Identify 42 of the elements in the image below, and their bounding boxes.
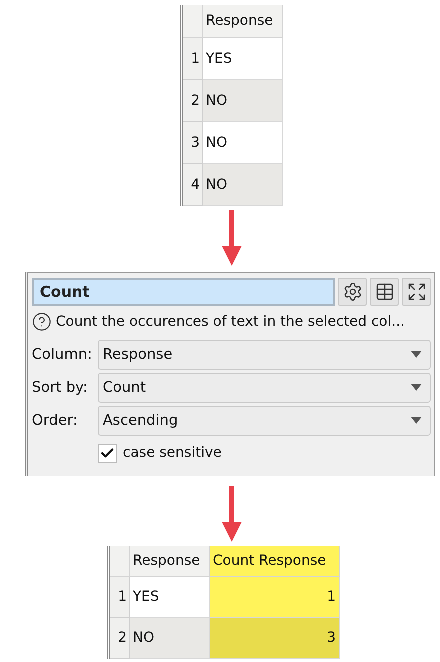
check-icon xyxy=(100,446,115,460)
table-button[interactable] xyxy=(370,278,399,306)
expand-button[interactable] xyxy=(402,278,431,306)
table-cell: 1 xyxy=(210,577,340,618)
expand-icon xyxy=(406,282,426,302)
title-field[interactable]: Count xyxy=(32,278,335,306)
row-number: 2 xyxy=(110,618,130,659)
table-cell: NO xyxy=(203,122,283,164)
settings-button[interactable] xyxy=(338,278,367,306)
column-header: Response xyxy=(203,5,283,38)
row-number: 1 xyxy=(183,38,203,80)
caret-icon xyxy=(411,417,422,424)
column-header: Count Response xyxy=(210,546,340,577)
field-label: Column: xyxy=(32,346,94,362)
caret-icon xyxy=(411,384,422,391)
corner-cell xyxy=(110,546,130,577)
dropdown[interactable]: Ascending xyxy=(98,406,431,436)
table-icon xyxy=(374,282,394,302)
table-cell: NO xyxy=(203,80,283,122)
checkbox[interactable] xyxy=(98,444,117,462)
field-label: Sort by: xyxy=(32,380,89,396)
row-number: 4 xyxy=(183,164,203,206)
down-arrow-icon xyxy=(222,486,242,542)
row-number: 1 xyxy=(110,577,130,618)
dropdown[interactable]: Response xyxy=(98,340,431,370)
checkbox-label: case sensitive xyxy=(123,445,222,461)
down-arrow-icon xyxy=(222,210,242,266)
table-cell: NO xyxy=(203,164,283,206)
field-label: Order: xyxy=(32,412,79,428)
table-cell: YES xyxy=(130,577,210,618)
gear-icon xyxy=(342,282,362,302)
table-cell: YES xyxy=(203,38,283,80)
column-header: Response xyxy=(130,546,210,577)
table-cell: NO xyxy=(130,618,210,659)
table-cell: 3 xyxy=(210,618,340,659)
row-number: 2 xyxy=(183,80,203,122)
row-number: 3 xyxy=(183,122,203,164)
corner-cell xyxy=(183,5,203,38)
dropdown[interactable]: Count xyxy=(98,372,431,402)
caret-icon xyxy=(411,351,422,358)
help-icon[interactable] xyxy=(32,312,52,332)
description-text: Count the occurences of text in the selected col... xyxy=(56,314,405,330)
